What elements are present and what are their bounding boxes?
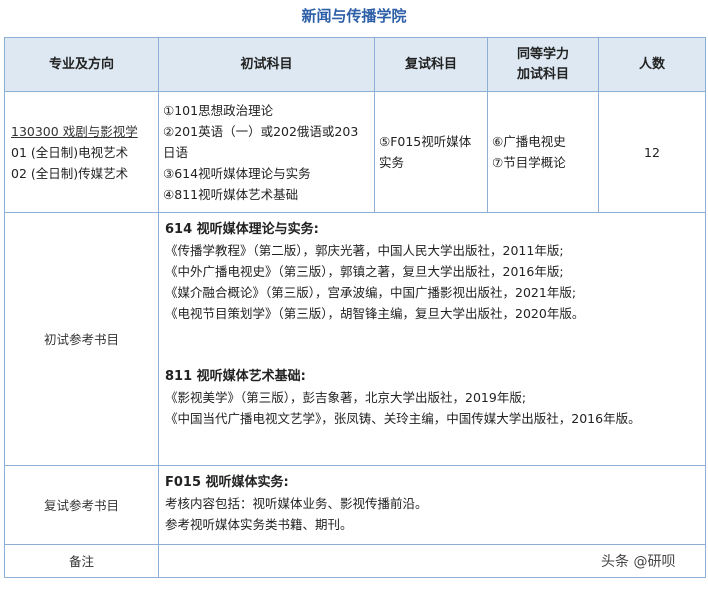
program-row: 130300 戏剧与影视学 01 (全日制)电视艺术 02 (全日制)传媒艺术 … bbox=[4, 91, 706, 213]
equivalent-subject-item: ⑥广播电视史 bbox=[492, 134, 566, 149]
initial-refs-row: 初试参考书目 614 视听媒体理论与实务: 《传播学教程》（第二版），郭庆光著，… bbox=[4, 212, 706, 466]
initial-refs-content: 614 视听媒体理论与实务: 《传播学教程》（第二版），郭庆光著，中国人民大学出… bbox=[158, 212, 706, 466]
header-count: 人数 bbox=[598, 37, 706, 92]
equivalent-subject-item: ⑦节目学概论 bbox=[492, 155, 566, 170]
major-cell: 130300 戏剧与影视学 01 (全日制)电视艺术 02 (全日制)传媒艺术 bbox=[4, 91, 159, 213]
initial-subject-item: ④811视听媒体艺术基础 bbox=[163, 186, 299, 202]
major-code-link[interactable]: 130300 戏剧与影视学 bbox=[11, 121, 158, 142]
header-equivalent-line1: 同等学力 bbox=[516, 46, 569, 62]
direction-item: 02 (全日制)传媒艺术 bbox=[11, 165, 129, 181]
initial-subject-item: ②201英语（一）或202俄语或203日语 bbox=[163, 123, 359, 160]
direction-item: 01 (全日制)电视艺术 bbox=[11, 144, 129, 160]
initial-subjects-cell: ①101思想政治理论 ②201英语（一）或202俄语或203日语 ③614视听媒… bbox=[158, 91, 375, 213]
ref-book: 《媒介融合概论》（第三版），宫承波编，中国广播影视出版社，2021年版; bbox=[165, 285, 577, 300]
equivalent-subjects-cell: ⑥广播电视史 ⑦节目学概论 bbox=[487, 91, 599, 213]
header-row: 专业及方向 初试科目 复试科目 同等学力 加试科目 人数 bbox=[4, 37, 706, 92]
ref-book: 《中国当代广播电视文艺学》，张凤铸、关玲主编，中国传媒大学出版社，2016年版。 bbox=[165, 411, 641, 426]
ref-book: 《中外广播电视史》（第三版），郭镇之著，复旦大学出版社，2016年版; bbox=[165, 264, 564, 279]
retest-refs-label: 复试参考书目 bbox=[4, 465, 159, 545]
header-major: 专业及方向 bbox=[4, 37, 159, 92]
retest-refs-row: 复试参考书目 F015 视听媒体实务: 考核内容包括：视听媒体业务、影视传播前沿… bbox=[4, 465, 706, 545]
watermark: 头条 @研呗 bbox=[601, 554, 676, 570]
count-cell: 12 bbox=[598, 91, 706, 213]
retest-ref-title: F015 视听媒体实务: bbox=[165, 475, 289, 490]
ref-book: 《电视节目策划学》（第三版），胡智锋主编，复旦大学出版社，2020年版。 bbox=[165, 306, 585, 321]
header-equivalent-subjects: 同等学力 加试科目 bbox=[487, 37, 599, 92]
ref-section-title: 811 视听媒体艺术基础: bbox=[165, 369, 306, 384]
admission-table: 专业及方向 初试科目 复试科目 同等学力 加试科目 人数 130300 戏剧与影… bbox=[4, 37, 706, 578]
ref-section-title: 614 视听媒体理论与实务: bbox=[165, 222, 319, 237]
retest-ref-line: 参考视听媒体实务类书籍、期刊。 bbox=[165, 517, 353, 532]
page-title: 新闻与传播学院 bbox=[301, 7, 407, 25]
notes-label: 备注 bbox=[4, 544, 159, 578]
header-equivalent-line2: 加试科目 bbox=[516, 66, 569, 82]
initial-subject-item: ①101思想政治理论 bbox=[163, 102, 274, 118]
retest-subject-cell: ⑤F015视听媒体实务 bbox=[374, 91, 488, 213]
initial-subject-item: ③614视听媒体理论与实务 bbox=[163, 165, 311, 181]
header-initial-subjects: 初试科目 bbox=[158, 37, 375, 92]
ref-book: 《影视美学》（第三版），彭吉象著，北京大学出版社，2019年版; bbox=[165, 390, 527, 405]
ref-book: 《传播学教程》（第二版），郭庆光著，中国人民大学出版社，2011年版; bbox=[165, 243, 564, 258]
header-retest-subjects: 复试科目 bbox=[374, 37, 488, 92]
initial-refs-label: 初试参考书目 bbox=[4, 212, 159, 466]
retest-ref-line: 考核内容包括：视听媒体业务、影视传播前沿。 bbox=[165, 496, 428, 511]
ref-spacer bbox=[165, 324, 699, 366]
retest-refs-content: F015 视听媒体实务: 考核内容包括：视听媒体业务、影视传播前沿。 参考视听媒… bbox=[158, 465, 706, 545]
